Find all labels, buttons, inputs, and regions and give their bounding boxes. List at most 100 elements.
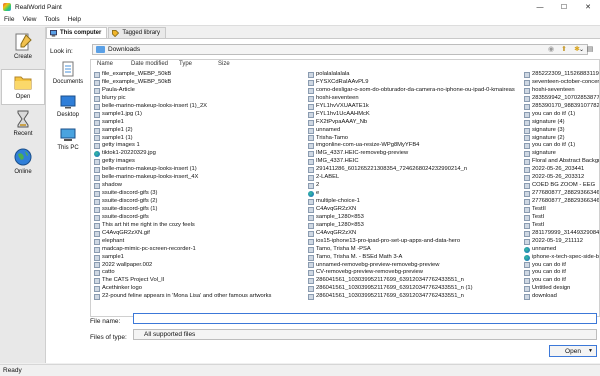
file-row[interactable]: signature (524, 150, 599, 158)
file-row[interactable]: 277680877_288293663461040 (524, 190, 599, 198)
file-row[interactable]: blurry pic (94, 95, 304, 103)
menu-help[interactable]: Help (64, 16, 85, 23)
file-row[interactable]: ssuite-discord-gifs (3) (94, 190, 304, 198)
file-row[interactable]: iphone-x-tech-spec-side-bu (524, 254, 599, 262)
file-row[interactable]: sample1 (94, 254, 304, 262)
file-row[interactable]: C4AvqGR2zXN (308, 206, 520, 214)
file-row[interactable]: 283559942_107028538779257 (524, 95, 599, 103)
file-row[interactable]: tiktok1-20220329.jpg (94, 150, 304, 158)
view-menu-icon[interactable]: ▤ (585, 44, 595, 54)
file-row[interactable]: signature (2) (524, 135, 599, 143)
open-button[interactable]: Open ▼ (549, 345, 597, 357)
file-row[interactable]: 286041561_103039952117699_63912034776243… (308, 293, 520, 301)
maximize-button[interactable]: ☐ (552, 0, 576, 14)
file-row[interactable]: belle-marino-makeup-looks-insert_4X (94, 174, 304, 182)
place-desktop[interactable]: Desktop (48, 94, 88, 126)
place-documents[interactable]: Documents (48, 61, 88, 93)
file-row[interactable]: 291411286_601265221308354_72462680242329… (308, 166, 520, 174)
file-row[interactable]: IMG_4337.HEIC-removebg-preview (308, 150, 520, 158)
file-row[interactable]: sample1.jpg (1) (94, 111, 304, 119)
left-open-button[interactable]: Open (1, 69, 45, 105)
column-header-date[interactable]: Date modified (131, 61, 168, 67)
file-row[interactable]: sample1 (2) (94, 127, 304, 135)
file-row[interactable]: hoshi-seventeen (308, 95, 520, 103)
file-row[interactable]: C4AvqGR2zXN.gif (94, 230, 304, 238)
file-row[interactable]: hoshi-seventeen (524, 87, 599, 95)
file-row[interactable]: unnamed-removebg-preview-removebg-previe… (308, 262, 520, 270)
file-row[interactable]: 277680877_288293663461040 (524, 198, 599, 206)
file-row[interactable]: signature (3) (524, 127, 599, 135)
file-list[interactable]: Name Date modified Type Size file_exampl… (90, 59, 600, 317)
file-row[interactable]: shadow (94, 182, 304, 190)
file-row[interactable]: you can do it! (524, 262, 599, 270)
file-row[interactable]: Floral and Abstract Backgrou (524, 158, 599, 166)
file-row[interactable]: signature (4) (524, 119, 599, 127)
close-button[interactable]: ✕ (576, 0, 600, 14)
file-row[interactable]: como-desligar-o-som-do-obturador-da-came… (308, 87, 520, 95)
file-row[interactable]: ssuite-discord-gifs (2) (94, 198, 304, 206)
file-row[interactable]: you can do it! (1) (524, 111, 599, 119)
file-row[interactable]: FYSXCdRaIAAvPL9 (308, 79, 520, 87)
lookin-select[interactable]: Downloads ⌄ (92, 44, 588, 55)
file-row[interactable]: multiple-choice-1 (308, 198, 520, 206)
file-row[interactable]: 286041561_103039952117699_63912034776243… (308, 277, 520, 285)
file-row[interactable]: CV-removebg-preview-removebg-preview (308, 269, 520, 277)
file-row[interactable]: This art hit me right in the cozy feels (94, 222, 304, 230)
file-row[interactable]: getty images 1 (94, 142, 304, 150)
file-row[interactable]: you can do it! (1) (524, 142, 599, 150)
file-row[interactable]: Tamo, Trisha M. - BSEd Math 3-A (308, 254, 520, 262)
file-row[interactable]: 281179999_314493290848802 (524, 230, 599, 238)
file-row[interactable]: 2022-05-26_203441 (524, 166, 599, 174)
file-row[interactable]: FYL1hv1UcAAHMcK (308, 111, 520, 119)
file-row[interactable]: TestI (524, 214, 599, 222)
file-row[interactable]: getty images (94, 158, 304, 166)
file-row[interactable]: 2022-05-26_203312 (524, 174, 599, 182)
file-row[interactable]: Trisha-Tamo (308, 135, 520, 143)
minimize-button[interactable]: — (528, 0, 552, 14)
menu-tools[interactable]: Tools (40, 16, 63, 23)
file-row[interactable]: Tamo, Trisha M -PSA (308, 246, 520, 254)
file-row[interactable]: 285390170_988391077826239 (524, 103, 599, 111)
left-recent-button[interactable]: Recent (1, 107, 45, 143)
menu-file[interactable]: File (0, 16, 18, 23)
left-online-button[interactable]: Online (1, 145, 45, 181)
file-row[interactable]: polalalalalala (308, 71, 520, 79)
file-row[interactable]: Paula-Article (94, 87, 304, 95)
file-row[interactable]: Acethinker logo (94, 285, 304, 293)
file-row[interactable]: belle-marino-makeup-looks-insert (1)_2X (94, 103, 304, 111)
file-row[interactable]: The CATS Project Vol_II (94, 277, 304, 285)
back-icon[interactable]: ◉ (546, 44, 556, 54)
file-row[interactable]: Untitled design (524, 285, 599, 293)
file-row[interactable]: sample_1280×853 (308, 214, 520, 222)
file-row[interactable]: 2-LABEL (308, 174, 520, 182)
up-folder-icon[interactable]: ⬆ (559, 44, 569, 54)
file-row[interactable]: unnamed (524, 246, 599, 254)
file-row[interactable]: IMG_4337.HEIC (308, 158, 520, 166)
file-row[interactable]: elephant (94, 238, 304, 246)
file-row[interactable]: file_example_WEBP_50kB (94, 79, 304, 87)
tab-this-computer[interactable]: This computer (46, 27, 108, 38)
column-header-size[interactable]: Size (218, 61, 230, 67)
file-row[interactable]: download (524, 293, 599, 301)
file-row[interactable]: file_example_WEBP_50kB (94, 71, 304, 79)
file-row[interactable]: seventeen-october-concert (524, 79, 599, 87)
file-row[interactable]: madcap-mimic-pc-screen-recorder-1 (94, 246, 304, 254)
file-row[interactable]: COED BG ZOOM - EEG (524, 182, 599, 190)
file-row[interactable]: 2022-05-19_211112 (524, 238, 599, 246)
file-row[interactable]: you can do it! (524, 277, 599, 285)
file-row[interactable]: TestI (524, 222, 599, 230)
filetype-select[interactable]: All supported files (133, 329, 597, 340)
column-header-name[interactable]: Name (97, 61, 113, 67)
filename-input[interactable] (133, 313, 597, 324)
file-row[interactable]: imgonline-com-ua-resize-WPg8MyYFB4 (308, 142, 520, 150)
file-row[interactable]: sample1 (94, 119, 304, 127)
file-row[interactable]: 2022 wallpaper.002 (94, 262, 304, 270)
file-row[interactable]: sample1 (1) (94, 135, 304, 143)
new-folder-icon[interactable]: ✱ (572, 44, 582, 54)
file-row[interactable]: unnamed (308, 127, 520, 135)
file-row[interactable]: FX2tPvpaAAAY_Nb (308, 119, 520, 127)
column-header-type[interactable]: Type (179, 61, 192, 67)
file-row[interactable]: TestII (524, 206, 599, 214)
file-row[interactable]: sample_1280×853 (308, 222, 520, 230)
file-row[interactable]: ios15-iphone13-pro-ipad-pro-set-up-apps-… (308, 238, 520, 246)
